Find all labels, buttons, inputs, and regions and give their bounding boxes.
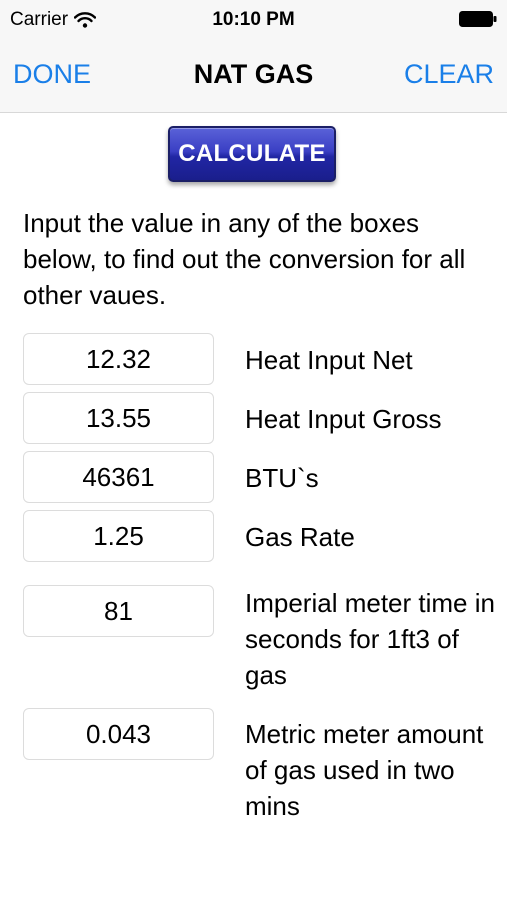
clear-button[interactable]: CLEAR	[404, 59, 494, 90]
heat-input-net-field[interactable]	[23, 333, 214, 385]
heat-input-net-label: Heat Input Net	[245, 345, 413, 375]
status-time: 10:10 PM	[212, 9, 295, 30]
imperial-meter-label: Imperial meter time in seconds for 1ft3 …	[245, 588, 495, 690]
gas-rate-label: Gas Rate	[245, 522, 355, 552]
instructions-text: Input the value in any of the boxes belo…	[23, 208, 466, 310]
btus-field[interactable]	[23, 451, 214, 503]
btus-label: BTU`s	[245, 463, 319, 493]
navigation-bar: DONE NAT GAS CLEAR	[0, 38, 507, 113]
calculate-button[interactable]: CALCULATE	[168, 126, 336, 182]
metric-meter-label: Metric meter amount of gas used in two m…	[245, 719, 484, 821]
battery-icon	[459, 11, 497, 27]
gas-rate-field[interactable]	[23, 510, 214, 562]
imperial-meter-field[interactable]	[23, 585, 214, 637]
metric-meter-field[interactable]	[23, 708, 214, 760]
heat-input-gross-label: Heat Input Gross	[245, 404, 442, 434]
heat-input-gross-field[interactable]	[23, 392, 214, 444]
status-bar: Carrier 10:10 PM	[0, 0, 507, 38]
